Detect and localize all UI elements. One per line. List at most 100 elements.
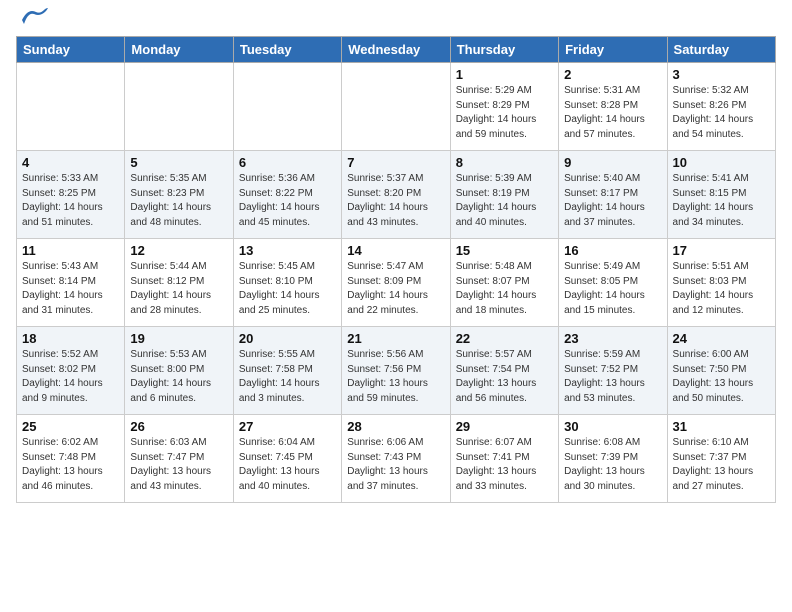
day-cell-26: 26Sunrise: 6:03 AM Sunset: 7:47 PM Dayli… — [125, 415, 233, 503]
day-detail: Sunrise: 5:31 AM Sunset: 8:28 PM Dayligh… — [564, 84, 661, 142]
week-row-5: 25 Sunrise: 6:02 AM Sunset: 7:48 PM Dayli… — [17, 415, 776, 503]
day-cell-14: 14 Sunrise: 5:47 AM Sunset: 8:09 PM Dayli… — [342, 239, 450, 327]
day-number: 17 — [673, 243, 770, 258]
day-cell-17: 17 Sunrise: 5:51 AM Sunset: 8:03 PM Dayli… — [667, 239, 775, 327]
day-number: 15 — [456, 243, 553, 258]
day-detail: Sunrise: 5:44 AM Sunset: 8:12 PM Dayligh… — [130, 260, 227, 318]
day-number: 9 — [564, 155, 661, 170]
day-number: 13 — [239, 243, 336, 258]
day-detail: Sunrise: 6:06 AM Sunset: 7:43 PM Dayligh… — [347, 436, 444, 494]
day-detail: Sunrise: 5:49 AM Sunset: 8:05 PM Dayligh… — [564, 260, 661, 318]
day-cell-31: 31 Sunrise: 6:10 AM Sunset: 7:37 PM Dayli… — [667, 415, 775, 503]
day-cell-29: 29 Sunrise: 6:07 AM Sunset: 7:41 PM Dayli… — [450, 415, 558, 503]
weekday-header-friday: Friday — [559, 37, 667, 63]
day-detail: Sunrise: 5:53 AM Sunset: 8:00 PM Dayligh… — [130, 348, 227, 406]
day-cell-23: 23 Sunrise: 5:59 AM Sunset: 7:52 PM Dayli… — [559, 327, 667, 415]
day-cell-6: 6Sunrise: 5:36 AM Sunset: 8:22 PM Daylig… — [233, 151, 341, 239]
day-cell-10: 10 Sunrise: 5:41 AM Sunset: 8:15 PM Dayli… — [667, 151, 775, 239]
day-number: 8 — [456, 155, 553, 170]
day-number: 16 — [564, 243, 661, 258]
day-cell-1: 1 Sunrise: 5:29 AM Sunset: 8:29 PM Daylig… — [450, 63, 558, 151]
day-detail: Sunrise: 6:10 AM Sunset: 7:37 PM Dayligh… — [673, 436, 770, 494]
day-cell-27: 27 Sunrise: 6:04 AM Sunset: 7:45 PM Dayli… — [233, 415, 341, 503]
day-number: 7 — [347, 155, 444, 170]
day-number: 6 — [239, 155, 336, 170]
day-number: 18 — [22, 331, 119, 346]
day-cell-5: 5Sunrise: 5:35 AM Sunset: 8:23 PM Daylig… — [125, 151, 233, 239]
day-detail: Sunrise: 5:47 AM Sunset: 8:09 PM Dayligh… — [347, 260, 444, 318]
weekday-header-monday: Monday — [125, 37, 233, 63]
day-detail: Sunrise: 6:00 AM Sunset: 7:50 PM Dayligh… — [673, 348, 770, 406]
day-detail: Sunrise: 5:59 AM Sunset: 7:52 PM Dayligh… — [564, 348, 661, 406]
day-detail: Sunrise: 5:45 AM Sunset: 8:10 PM Dayligh… — [239, 260, 336, 318]
weekday-header-sunday: Sunday — [17, 37, 125, 63]
day-number: 26 — [130, 419, 227, 434]
empty-cell — [125, 63, 233, 151]
day-number: 27 — [239, 419, 336, 434]
day-number: 22 — [456, 331, 553, 346]
day-detail: Sunrise: 5:57 AM Sunset: 7:54 PM Dayligh… — [456, 348, 553, 406]
week-row-1: 1 Sunrise: 5:29 AM Sunset: 8:29 PM Daylig… — [17, 63, 776, 151]
day-detail: Sunrise: 6:07 AM Sunset: 7:41 PM Dayligh… — [456, 436, 553, 494]
day-cell-18: 18 Sunrise: 5:52 AM Sunset: 8:02 PM Dayli… — [17, 327, 125, 415]
day-cell-30: 30 Sunrise: 6:08 AM Sunset: 7:39 PM Dayli… — [559, 415, 667, 503]
day-detail: Sunrise: 5:35 AM Sunset: 8:23 PM Dayligh… — [130, 172, 227, 230]
day-detail: Sunrise: 5:51 AM Sunset: 8:03 PM Dayligh… — [673, 260, 770, 318]
day-number: 1 — [456, 67, 553, 82]
week-row-4: 18 Sunrise: 5:52 AM Sunset: 8:02 PM Dayli… — [17, 327, 776, 415]
day-number: 19 — [130, 331, 227, 346]
day-detail: Sunrise: 5:29 AM Sunset: 8:29 PM Dayligh… — [456, 84, 553, 142]
day-detail: Sunrise: 5:52 AM Sunset: 8:02 PM Dayligh… — [22, 348, 119, 406]
day-detail: Sunrise: 6:02 AM Sunset: 7:48 PM Dayligh… — [22, 436, 119, 494]
day-detail: Sunrise: 5:33 AM Sunset: 8:25 PM Dayligh… — [22, 172, 119, 230]
day-detail: Sunrise: 5:37 AM Sunset: 8:20 PM Dayligh… — [347, 172, 444, 230]
day-detail: Sunrise: 5:43 AM Sunset: 8:14 PM Dayligh… — [22, 260, 119, 318]
weekday-header-wednesday: Wednesday — [342, 37, 450, 63]
day-cell-7: 7 Sunrise: 5:37 AM Sunset: 8:20 PM Daylig… — [342, 151, 450, 239]
day-cell-12: 12 Sunrise: 5:44 AM Sunset: 8:12 PM Dayli… — [125, 239, 233, 327]
page-header — [16, 16, 776, 26]
day-cell-11: 11 Sunrise: 5:43 AM Sunset: 8:14 PM Dayli… — [17, 239, 125, 327]
day-number: 21 — [347, 331, 444, 346]
day-cell-13: 13 Sunrise: 5:45 AM Sunset: 8:10 PM Dayli… — [233, 239, 341, 327]
day-cell-25: 25 Sunrise: 6:02 AM Sunset: 7:48 PM Dayli… — [17, 415, 125, 503]
day-cell-4: 4 Sunrise: 5:33 AM Sunset: 8:25 PM Daylig… — [17, 151, 125, 239]
day-cell-15: 15 Sunrise: 5:48 AM Sunset: 8:07 PM Dayli… — [450, 239, 558, 327]
day-detail: Sunrise: 5:48 AM Sunset: 8:07 PM Dayligh… — [456, 260, 553, 318]
day-number: 4 — [22, 155, 119, 170]
day-cell-2: 2 Sunrise: 5:31 AM Sunset: 8:28 PM Daylig… — [559, 63, 667, 151]
day-number: 14 — [347, 243, 444, 258]
day-number: 12 — [130, 243, 227, 258]
logo — [16, 16, 48, 26]
day-detail: Sunrise: 6:04 AM Sunset: 7:45 PM Dayligh… — [239, 436, 336, 494]
day-number: 10 — [673, 155, 770, 170]
day-detail: Sunrise: 5:56 AM Sunset: 7:56 PM Dayligh… — [347, 348, 444, 406]
empty-cell — [233, 63, 341, 151]
day-detail: Sunrise: 5:40 AM Sunset: 8:17 PM Dayligh… — [564, 172, 661, 230]
day-detail: Sunrise: 5:39 AM Sunset: 8:19 PM Dayligh… — [456, 172, 553, 230]
day-cell-9: 9 Sunrise: 5:40 AM Sunset: 8:17 PM Daylig… — [559, 151, 667, 239]
day-number: 23 — [564, 331, 661, 346]
weekday-header-thursday: Thursday — [450, 37, 558, 63]
day-cell-28: 28 Sunrise: 6:06 AM Sunset: 7:43 PM Dayli… — [342, 415, 450, 503]
day-number: 30 — [564, 419, 661, 434]
day-number: 29 — [456, 419, 553, 434]
day-number: 25 — [22, 419, 119, 434]
day-number: 2 — [564, 67, 661, 82]
day-number: 28 — [347, 419, 444, 434]
day-cell-21: 21 Sunrise: 5:56 AM Sunset: 7:56 PM Dayli… — [342, 327, 450, 415]
empty-cell — [17, 63, 125, 151]
day-cell-3: 3 Sunrise: 5:32 AM Sunset: 8:26 PM Daylig… — [667, 63, 775, 151]
logo-bird-icon — [20, 6, 48, 26]
day-cell-16: 16 Sunrise: 5:49 AM Sunset: 8:05 PM Dayli… — [559, 239, 667, 327]
week-row-2: 4 Sunrise: 5:33 AM Sunset: 8:25 PM Daylig… — [17, 151, 776, 239]
day-detail: Sunrise: 5:41 AM Sunset: 8:15 PM Dayligh… — [673, 172, 770, 230]
day-cell-8: 8 Sunrise: 5:39 AM Sunset: 8:19 PM Daylig… — [450, 151, 558, 239]
day-detail: Sunrise: 6:08 AM Sunset: 7:39 PM Dayligh… — [564, 436, 661, 494]
day-detail: Sunrise: 5:32 AM Sunset: 8:26 PM Dayligh… — [673, 84, 770, 142]
day-cell-20: 20Sunrise: 5:55 AM Sunset: 7:58 PM Dayli… — [233, 327, 341, 415]
day-number: 11 — [22, 243, 119, 258]
day-cell-19: 19 Sunrise: 5:53 AM Sunset: 8:00 PM Dayli… — [125, 327, 233, 415]
day-number: 3 — [673, 67, 770, 82]
day-number: 31 — [673, 419, 770, 434]
